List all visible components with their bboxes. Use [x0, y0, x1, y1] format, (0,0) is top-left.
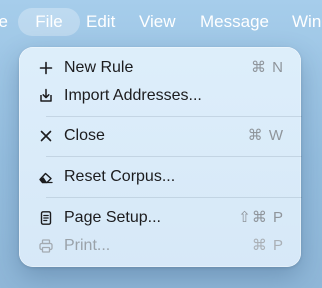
shortcut-label: ⌘ N: [251, 59, 284, 76]
plus-icon: [37, 59, 55, 77]
menubar-edit[interactable]: Edit: [86, 8, 115, 36]
menu-item-print[interactable]: Print... ⌘ P: [27, 233, 293, 259]
menu-item-import-addresses[interactable]: Import Addresses...: [27, 83, 293, 109]
menubar-app-menu[interactable]: ve: [0, 8, 10, 36]
shortcut-label: ⇧⌘ P: [238, 209, 284, 226]
menu-item-label: Import Addresses...: [64, 87, 202, 104]
menu-bar: ve File Edit View Message Wind: [0, 0, 322, 44]
menubar-message[interactable]: Message: [200, 8, 269, 36]
menu-item-label: Close: [64, 127, 105, 144]
menu-item-label: New Rule: [64, 59, 134, 76]
menu-item-label: Reset Corpus...: [64, 168, 176, 185]
menubar-window[interactable]: Wind: [292, 8, 322, 36]
close-x-icon: [37, 127, 55, 145]
menu-item-label: Print...: [64, 237, 111, 254]
import-tray-icon: [37, 87, 55, 105]
menubar-view[interactable]: View: [139, 8, 176, 36]
menu-separator: [46, 197, 302, 198]
menu-item-close[interactable]: Close ⌘ W: [27, 123, 293, 149]
menu-item-reset-corpus[interactable]: Reset Corpus...: [27, 164, 293, 190]
menu-item-new-rule[interactable]: New Rule ⌘ N: [27, 55, 293, 81]
file-menu-dropdown: New Rule ⌘ N Import Addresses... Close ⌘…: [19, 47, 302, 267]
shortcut-label: ⌘ P: [251, 237, 284, 254]
menu-item-label: Page Setup...: [64, 209, 161, 226]
eraser-icon: [37, 168, 55, 186]
menu-item-page-setup[interactable]: Page Setup... ⇧⌘ P: [27, 205, 293, 231]
menubar-file[interactable]: File: [18, 8, 80, 36]
menu-separator: [46, 116, 302, 117]
menu-separator: [46, 156, 302, 157]
shortcut-label: ⌘ W: [247, 127, 284, 144]
printer-icon: [37, 237, 55, 255]
document-icon: [37, 209, 55, 227]
